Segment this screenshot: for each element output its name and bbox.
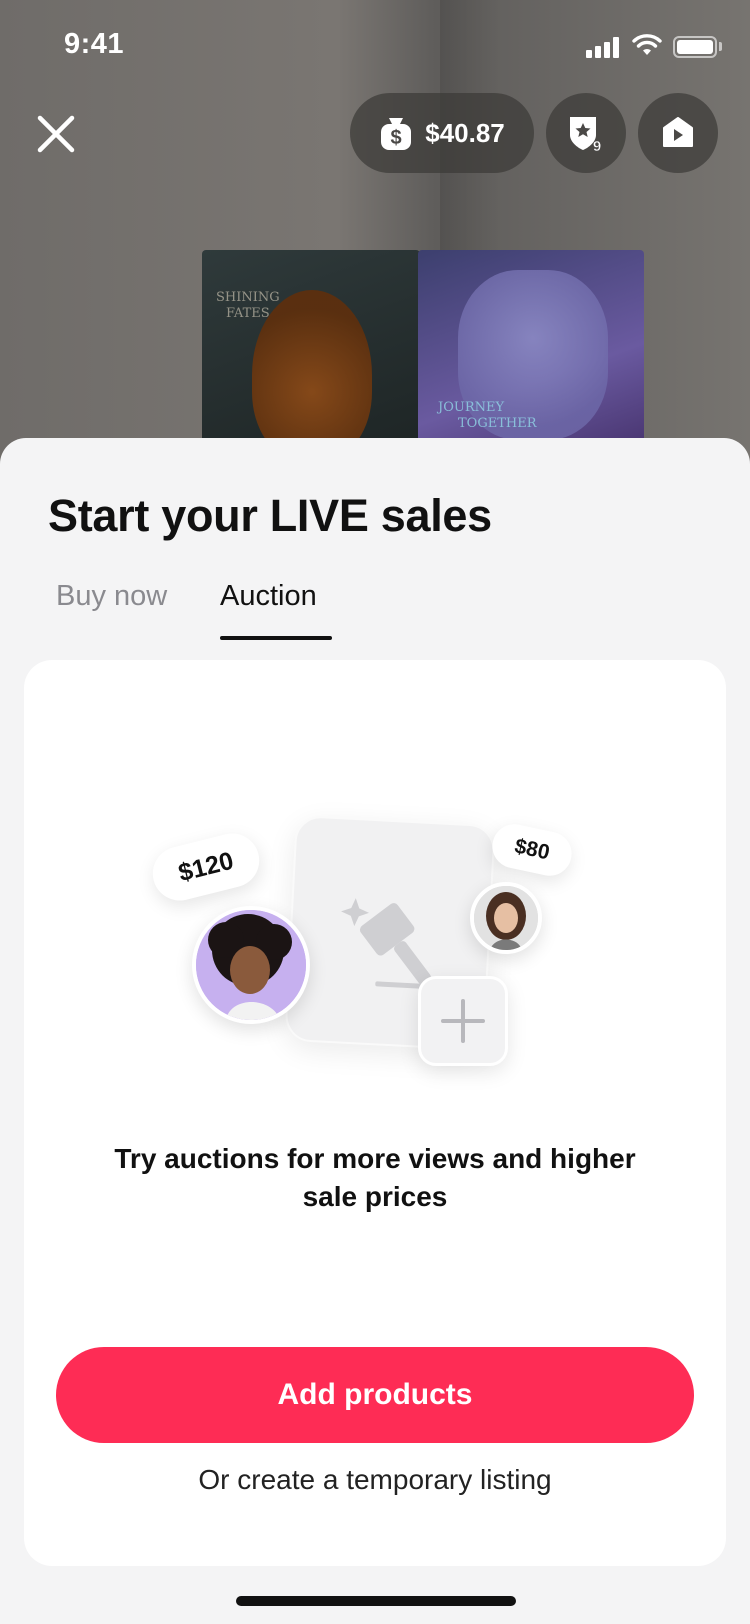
box-label-line: JOURNEY: [438, 400, 505, 415]
wifi-icon: [632, 34, 662, 55]
auction-illustration: $120 $80: [24, 660, 726, 1160]
bid-bubble-low: $80: [488, 820, 576, 880]
balance-button[interactable]: $ $40.87: [350, 93, 534, 173]
tab-auction[interactable]: Auction: [220, 580, 317, 613]
auction-card: $120 $80 Try auctions for more views and…: [24, 660, 726, 1566]
home-indicator[interactable]: [236, 1596, 516, 1606]
bidder-avatar: [470, 882, 542, 954]
add-products-button[interactable]: Add products: [56, 1347, 694, 1443]
box-label-line: TOGETHER: [458, 416, 537, 431]
tab-buy-now[interactable]: Buy now: [56, 580, 167, 613]
status-bar: 9:41: [0, 0, 750, 90]
live-sales-sheet: Start your LIVE sales Buy now Auction $1…: [0, 438, 750, 1624]
box-label-line: FATES: [226, 306, 270, 321]
star-shield-icon: 9: [570, 117, 601, 153]
sheet-title: Start your LIVE sales: [48, 490, 492, 541]
battery-tip: [719, 42, 722, 51]
bid-bubble-high: $120: [147, 827, 265, 907]
auction-caption: Try auctions for more views and higher s…: [114, 1143, 636, 1212]
plus-icon: [441, 999, 485, 1043]
active-tab-indicator: [220, 636, 332, 640]
svg-text:$: $: [391, 127, 402, 149]
play-house-icon: [663, 117, 693, 147]
status-time: 9:41: [64, 28, 125, 60]
box-label-line: SHINING: [216, 290, 280, 305]
product-box-left: SHINING FATES: [202, 250, 420, 460]
close-icon[interactable]: [32, 110, 80, 158]
bidder-avatar: [192, 906, 310, 1024]
product-box-right: JOURNEY TOGETHER: [418, 250, 644, 460]
balance-amount: $40.87: [425, 117, 505, 148]
temporary-listing-link[interactable]: Or create a temporary listing: [24, 1464, 726, 1496]
rank-badge-button[interactable]: 9: [546, 93, 626, 173]
badge-count: 9: [593, 138, 601, 153]
box-artwork: [252, 290, 372, 460]
add-product-plus: [418, 976, 508, 1066]
battery-icon: [673, 36, 717, 58]
cellular-signal-icon: [586, 36, 622, 58]
play-button[interactable]: [638, 93, 718, 173]
money-bag-icon: $: [381, 118, 412, 150]
